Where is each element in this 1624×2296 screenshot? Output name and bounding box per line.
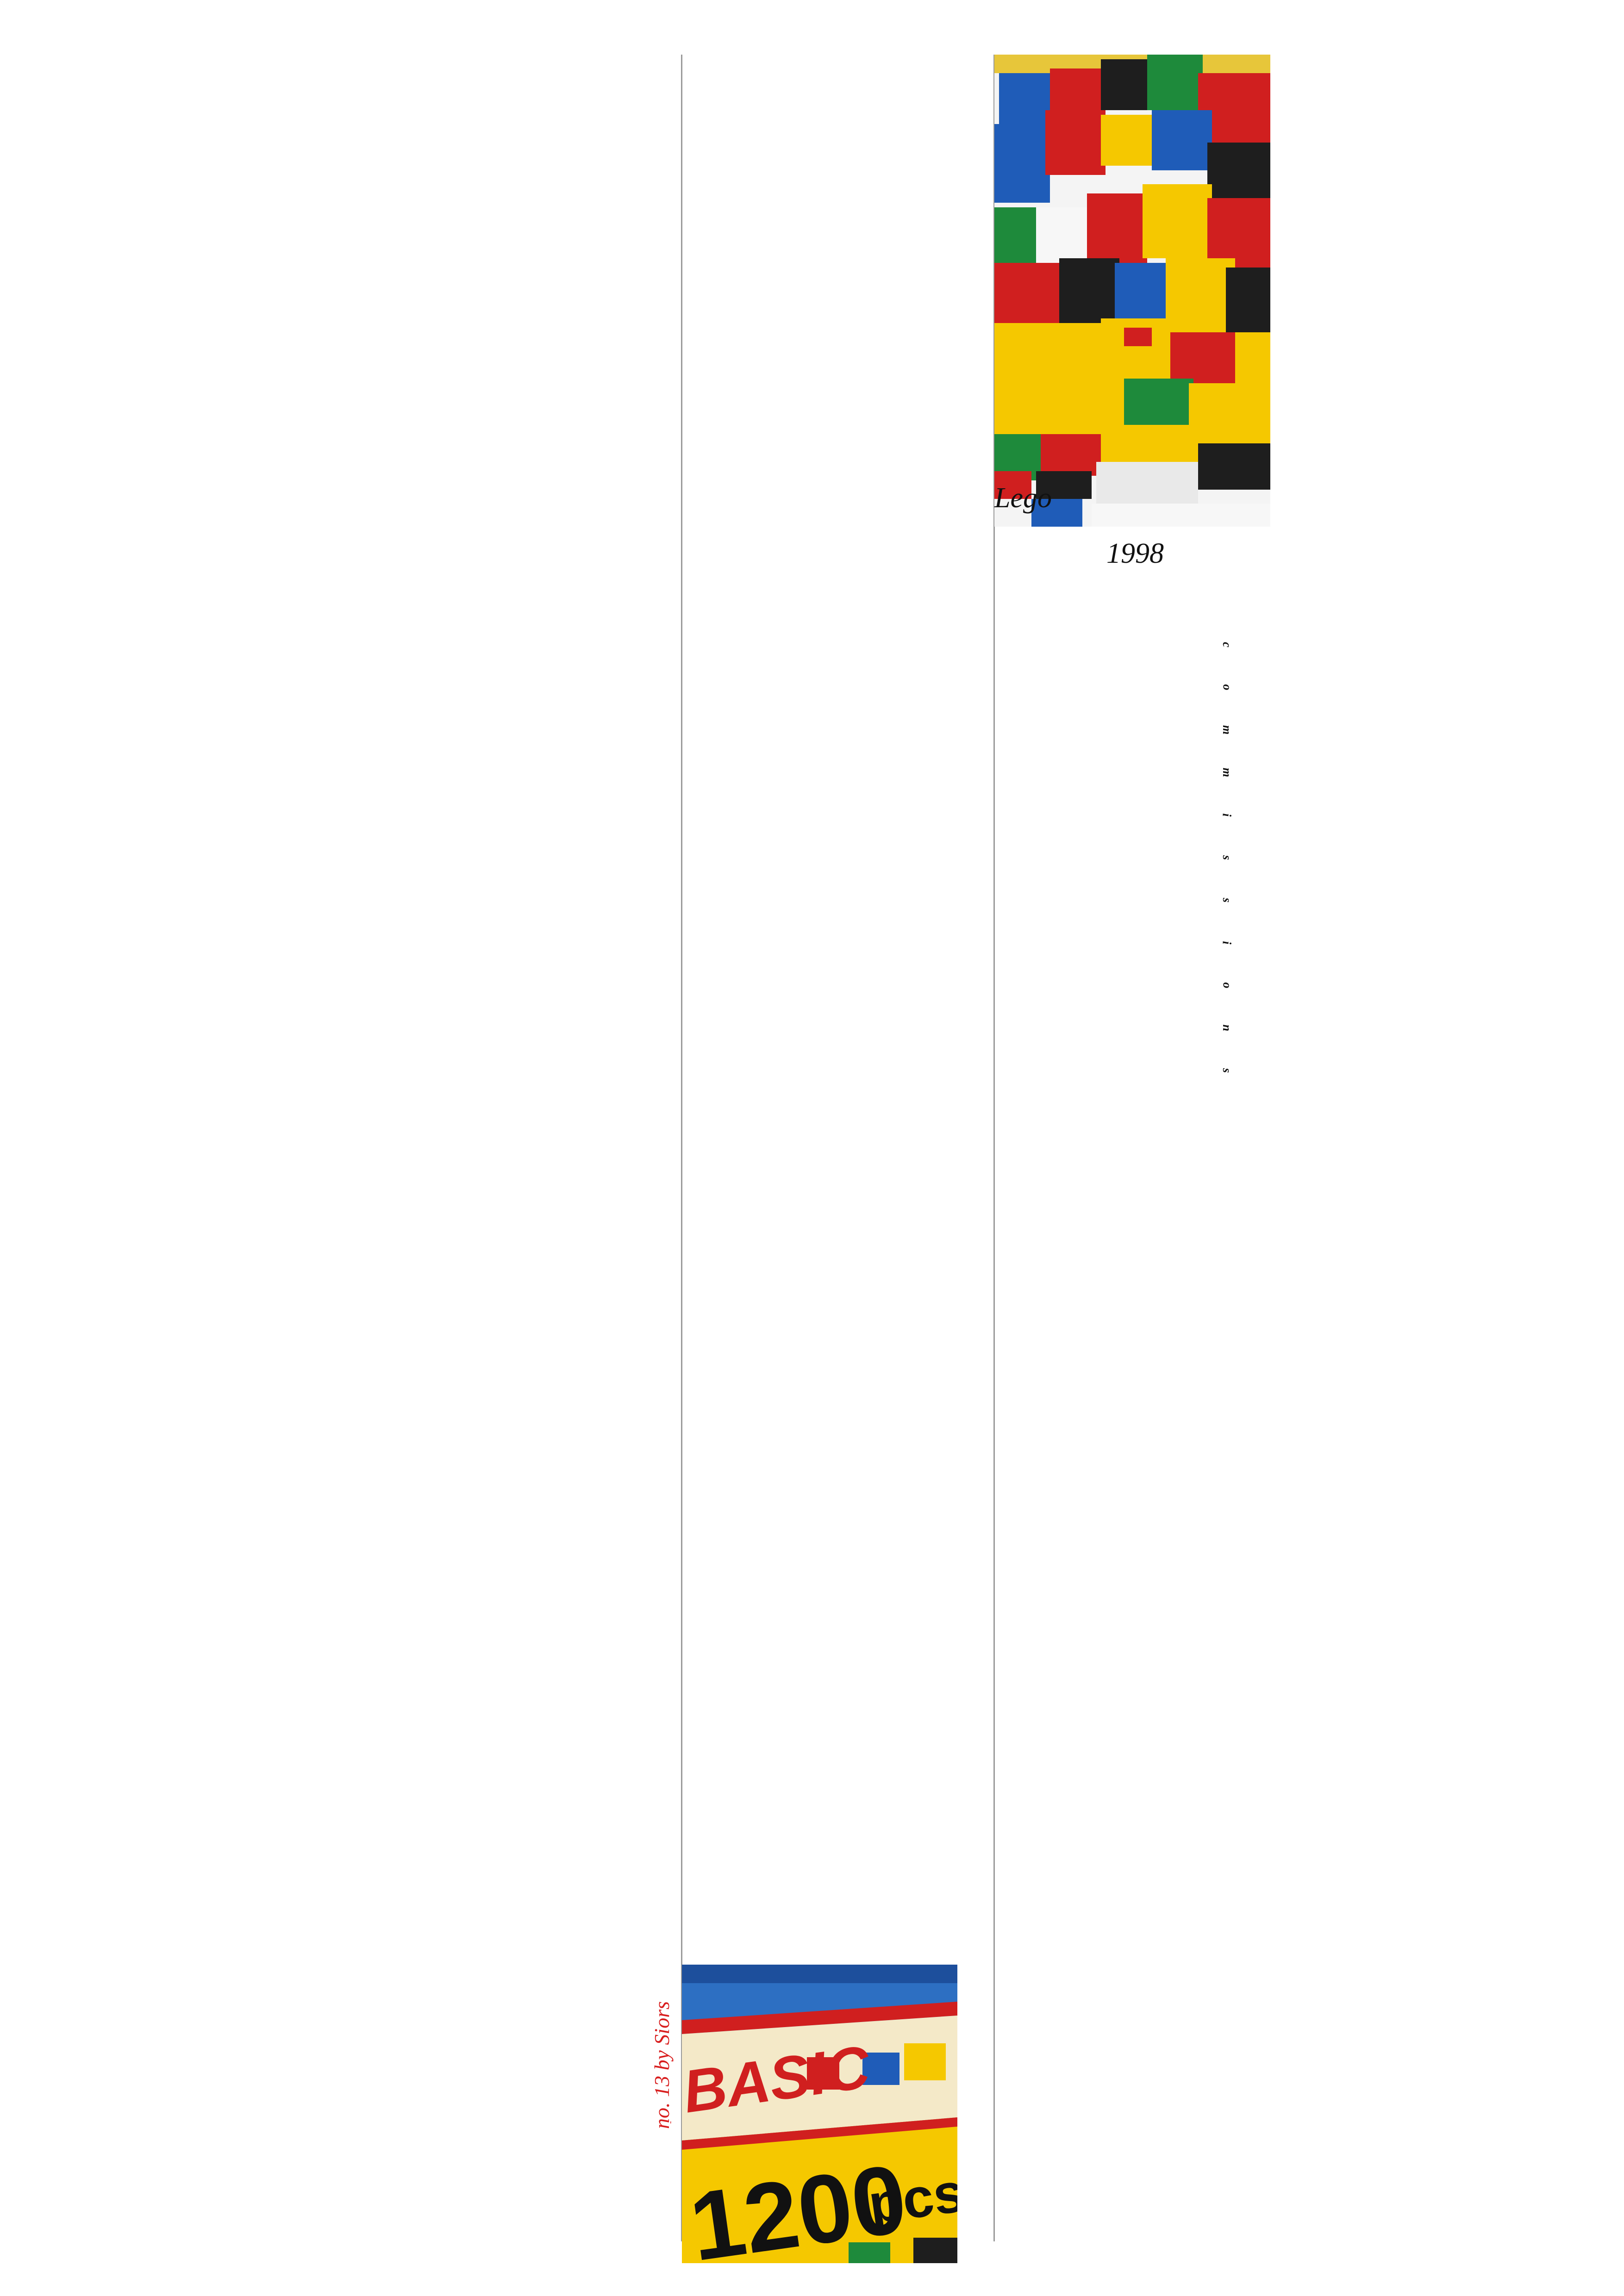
vertical-letter: c	[1220, 642, 1234, 647]
photo-caption-year: 1998	[1106, 538, 1164, 569]
lego-bricks-photo	[994, 55, 1270, 527]
vertical-letter: o	[1220, 982, 1234, 989]
vertical-letter: s	[1220, 855, 1234, 860]
photo-caption-title: Lego	[994, 482, 1052, 514]
lego-box-photo: BASIC 1200 pcs/	[682, 1965, 957, 2263]
photo-credit: no. 13 by Siors	[650, 2001, 674, 2129]
vertical-spaced-word: c o m m i s s i o n s	[1213, 639, 1241, 1076]
vertical-letter: n	[1220, 1024, 1234, 1032]
credit-mark: '	[670, 2120, 672, 2130]
vertical-letter: s	[1220, 897, 1234, 903]
vertical-letter: s	[1220, 1068, 1234, 1073]
vertical-letter: o	[1220, 684, 1234, 691]
vertical-letter: m	[1220, 725, 1234, 735]
vertical-letter: i	[1220, 941, 1234, 945]
vertical-letter: i	[1220, 813, 1234, 817]
vertical-letter: m	[1220, 767, 1234, 778]
column-divider-left	[681, 55, 682, 2241]
